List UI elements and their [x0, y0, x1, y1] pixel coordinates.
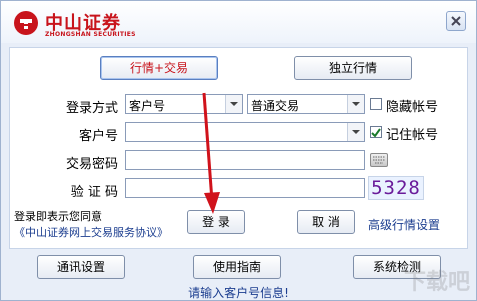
close-button[interactable]	[446, 11, 466, 31]
brand-name-en: ZHONGSHAN SECURITIES	[45, 31, 136, 38]
guide-button[interactable]: 使用指南	[193, 255, 281, 279]
captcha-code: 5328	[371, 177, 421, 199]
remember-account-label: 记住帐号	[386, 128, 439, 143]
remember-account-checkbox[interactable]	[370, 126, 382, 138]
zhongshan-logo-icon	[14, 11, 38, 35]
title-bar: 中山证券 ZHONGSHAN SECURITIES	[1, 1, 476, 43]
login-method-value: 客户号	[129, 99, 166, 113]
agreement-notice: 登录即表示您同意	[14, 210, 102, 223]
chevron-down-icon	[347, 123, 364, 141]
captcha-image[interactable]: 5328	[368, 176, 424, 200]
password-input[interactable]	[125, 150, 365, 170]
trade-type-value: 普通交易	[251, 99, 300, 113]
mode-quote-only-button[interactable]: 独立行情	[294, 56, 412, 80]
login-method-select[interactable]: 客户号	[125, 94, 243, 114]
hide-account-label: 隐藏帐号	[386, 100, 439, 115]
login-window: 中山证券 ZHONGSHAN SECURITIES 行情+交易 独立行情 登录方…	[0, 0, 477, 301]
captcha-label: 验 证 码	[70, 185, 118, 200]
trade-type-select[interactable]: 普通交易	[247, 94, 365, 114]
login-panel: 行情+交易 独立行情 登录方式 客户号 普通交易 隐藏帐号 客户号 记住帐号 交…	[9, 47, 468, 249]
login-method-label: 登录方式	[65, 101, 118, 116]
advanced-quote-settings-link[interactable]: 高级行情设置	[368, 216, 440, 233]
checkmark-icon	[371, 128, 381, 138]
hide-account-checkbox[interactable]	[370, 98, 382, 110]
cancel-button[interactable]: 取 消	[297, 210, 355, 234]
account-input[interactable]	[125, 122, 365, 142]
keyboard-icon[interactable]	[370, 153, 388, 167]
mode-trade-quote-button[interactable]: 行情+交易	[100, 56, 218, 80]
account-label: 客户号	[78, 129, 118, 144]
captcha-input[interactable]	[125, 178, 365, 198]
comm-settings-button[interactable]: 通讯设置	[37, 255, 125, 279]
chevron-down-icon	[225, 95, 242, 113]
watermark: 下载吧	[403, 270, 470, 295]
chevron-down-icon	[347, 95, 364, 113]
password-label: 交易密码	[65, 157, 118, 172]
agreement-link[interactable]: 《中山证券网上交易服务协议》	[14, 224, 168, 240]
close-icon	[451, 16, 461, 26]
login-button[interactable]: 登 录	[187, 210, 245, 234]
